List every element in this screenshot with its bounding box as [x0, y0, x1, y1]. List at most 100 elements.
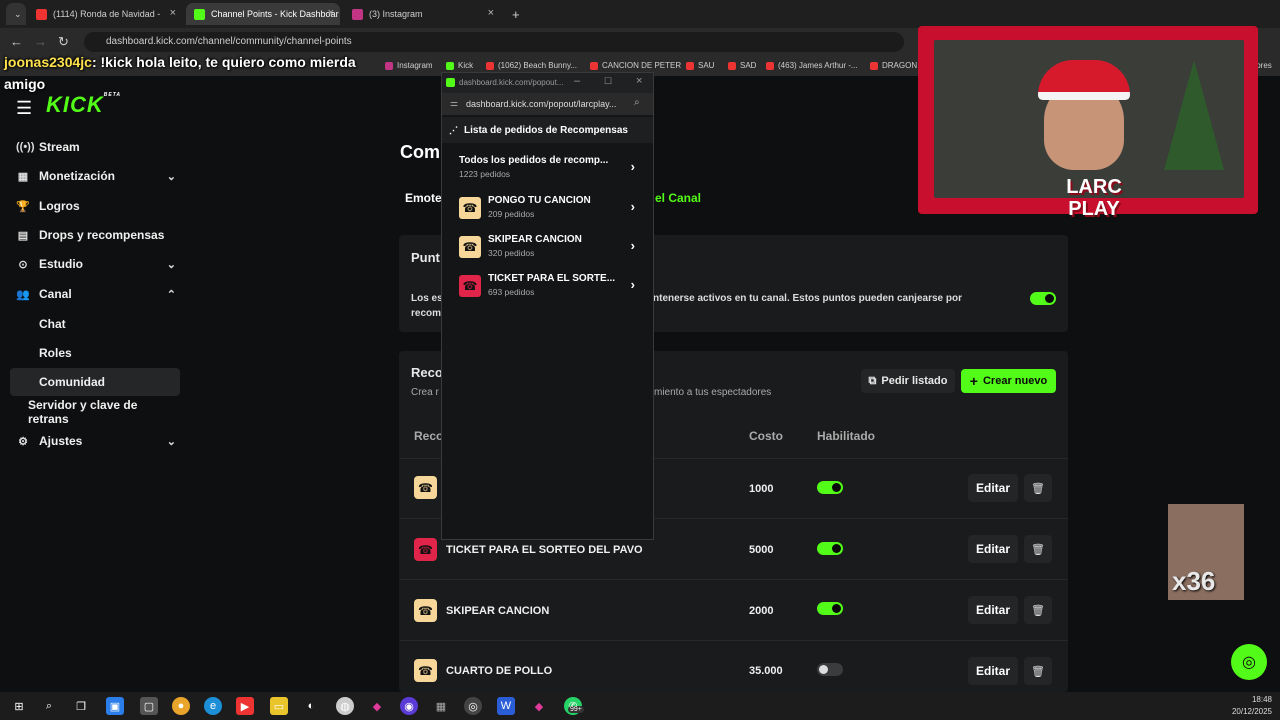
bookmark[interactable]: (1062) Beach Bunny...: [486, 61, 577, 70]
folder-icon[interactable]: ▭: [270, 697, 288, 715]
reload-icon[interactable]: ↻: [58, 34, 69, 50]
zoom-icon[interactable]: ⌕: [634, 97, 640, 108]
tab-instagram[interactable]: (3) Instagram ×: [344, 3, 500, 25]
app-icon[interactable]: ◆: [530, 697, 548, 715]
app-icon[interactable]: ▢: [140, 697, 158, 715]
sidebar-item-logros[interactable]: 🏆 Logros: [16, 193, 186, 219]
trash-icon[interactable]: 🗑: [1024, 474, 1052, 502]
sidebar-item-ajustes[interactable]: ⚙ Ajustes ⌄: [16, 428, 186, 454]
bookmark[interactable]: (463) James Arthur -...: [766, 61, 858, 70]
site-info-icon[interactable]: ⚌: [450, 98, 458, 109]
trash-icon[interactable]: 🗑: [1024, 657, 1052, 685]
minimize-icon[interactable]: –: [574, 75, 580, 87]
windows-start-icon[interactable]: ⊞: [10, 697, 28, 715]
share-icon: ⋰: [449, 125, 458, 135]
sidebar-item-drops[interactable]: ▤ Drops y recompensas: [16, 222, 186, 248]
bookmark[interactable]: Kick: [446, 61, 473, 70]
reward-enabled-toggle[interactable]: [817, 663, 843, 676]
tab-emotes[interactable]: Emote: [405, 191, 442, 205]
discord-icon[interactable]: ◉: [400, 697, 418, 715]
edit-button[interactable]: Editar: [968, 535, 1018, 563]
tab-search-button[interactable]: ⌄: [6, 3, 26, 25]
popup-url-bar[interactable]: ⚌ dashboard.kick.com/popout/larcplay... …: [442, 93, 653, 115]
chevron-down-icon: ⌄: [166, 258, 176, 271]
notification-badge: 99+: [568, 706, 584, 713]
new-tab-button[interactable]: +: [504, 3, 522, 25]
points-enabled-toggle[interactable]: [1030, 292, 1056, 305]
plus-icon: +: [969, 373, 978, 389]
popup-title-text: dashboard.kick.com/popout...: [459, 78, 564, 87]
url-input[interactable]: dashboard.kick.com/channel/community/cha…: [84, 32, 904, 52]
sidebar-item-canal[interactable]: 👥 Canal ⌃: [16, 281, 186, 307]
reward-enabled-toggle[interactable]: [817, 542, 843, 555]
word-icon[interactable]: W: [497, 697, 515, 715]
calculator-icon[interactable]: ▦: [432, 697, 450, 715]
reward-requests-popup: dashboard.kick.com/popout... – ☐ × ⚌ das…: [441, 72, 654, 540]
sidebar-item-label: Stream: [39, 140, 80, 154]
hamburger-menu-icon[interactable]: ☰: [16, 98, 32, 119]
bookmark[interactable]: SAD: [728, 61, 756, 70]
emote-image: x36: [1168, 504, 1244, 600]
emote-count: x36: [1172, 566, 1216, 596]
support-chat-button[interactable]: ◎: [1231, 644, 1267, 680]
app-icon[interactable]: ◍: [336, 697, 354, 715]
chevron-down-icon: ⌄: [166, 435, 176, 448]
popup-list-item-all[interactable]: Todos los pedidos de recomp... 1223 pedi…: [442, 151, 653, 187]
edit-button[interactable]: Editar: [968, 657, 1018, 685]
search-icon[interactable]: ⌕: [40, 697, 58, 715]
kick-logo[interactable]: KICKBETA: [46, 92, 121, 118]
sidebar-item-chat[interactable]: Chat: [10, 310, 180, 338]
reward-cost: 35.000: [749, 665, 783, 677]
webcam-video: [934, 40, 1244, 198]
reward-enabled-toggle[interactable]: [817, 602, 843, 615]
close-tab-icon[interactable]: ×: [170, 7, 176, 19]
bookmark[interactable]: Instagram: [385, 61, 433, 70]
obs-icon[interactable]: ◎: [464, 697, 482, 715]
crear-nuevo-button[interactable]: + Crear nuevo: [961, 369, 1056, 393]
reward-cost: 1000: [749, 483, 774, 495]
chrome-icon[interactable]: ●: [172, 697, 190, 715]
app-icon[interactable]: ▶: [236, 697, 254, 715]
sidebar-item-estudio[interactable]: ⊙ Estudio ⌄: [16, 251, 186, 277]
chevron-right-icon: ›: [630, 159, 635, 174]
maximize-icon[interactable]: ☐: [604, 76, 612, 87]
popup-list-item[interactable]: ☎ PONGO TU CANCION 209 pedidos ›: [442, 191, 653, 227]
task-view-icon[interactable]: ❐: [72, 697, 90, 715]
back-arrow-icon[interactable]: ←: [10, 34, 23, 49]
sidebar-item-comunidad[interactable]: Comunidad: [10, 368, 180, 396]
bookmark[interactable]: SAU: [686, 61, 714, 70]
sidebar-item-server-key[interactable]: Servidor y clave de retrans: [10, 398, 180, 426]
trash-icon[interactable]: 🗑: [1024, 596, 1052, 624]
ticket-icon: ☎: [414, 599, 437, 622]
reward-enabled-toggle[interactable]: [817, 481, 843, 494]
app-icon[interactable]: ◆: [368, 697, 386, 715]
bookmark[interactable]: CANCION DE PETER: [590, 61, 681, 70]
reward-cost: 5000: [749, 544, 774, 556]
sidebar-item-stream[interactable]: ((•)) Stream: [16, 134, 186, 160]
popup-header: ⋰ Lista de pedidos de Recompensas: [442, 117, 653, 143]
sidebar-item-monetization[interactable]: ▦ Monetización ⌄: [16, 163, 186, 189]
tab-channel-points[interactable]: el Canal: [655, 191, 701, 205]
sidebar-item-roles[interactable]: Roles: [10, 339, 180, 367]
beta-badge: BETA: [103, 92, 122, 98]
tab-kick-dashboard[interactable]: Channel Points - Kick Dashboar ×: [186, 3, 340, 25]
external-link-icon: ⧉: [868, 374, 877, 387]
gear-icon: ⚙: [18, 435, 28, 448]
close-icon[interactable]: ×: [636, 75, 642, 87]
tab-youtube[interactable]: (1114) Ronda de Navidad - ×: [28, 3, 182, 25]
forward-arrow-icon[interactable]: →: [34, 34, 47, 49]
edit-button[interactable]: Editar: [968, 596, 1018, 624]
close-tab-icon[interactable]: ×: [328, 7, 334, 19]
edge-icon[interactable]: e: [204, 697, 222, 715]
popup-url-text: dashboard.kick.com/popout/larcplay...: [466, 99, 617, 109]
store-icon[interactable]: ▣: [106, 697, 124, 715]
trash-icon[interactable]: 🗑: [1024, 535, 1052, 563]
app-icon[interactable]: ◐: [302, 697, 320, 715]
sidebar-item-label: Servidor y clave de retrans: [28, 398, 138, 426]
close-tab-icon[interactable]: ×: [488, 7, 494, 19]
popup-list-item[interactable]: ☎ SKIPEAR CANCION 320 pedidos ›: [442, 230, 653, 266]
dashboard-sidebar: ☰ KICKBETA ((•)) Stream ▦ Monetización ⌄ 🏆 L…: [0, 90, 190, 690]
edit-button[interactable]: Editar: [968, 474, 1018, 502]
pedir-listado-button[interactable]: ⧉ Pedir listado: [861, 369, 955, 393]
popup-list-item[interactable]: ☎ TICKET PARA EL SORTE... 693 pedidos ›: [442, 269, 653, 305]
